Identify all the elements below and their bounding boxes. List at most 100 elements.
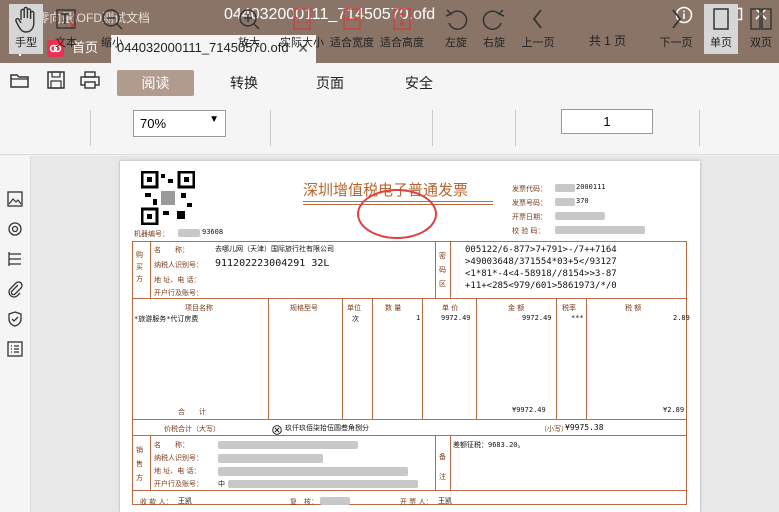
col-tax-header: 税 额 bbox=[625, 304, 642, 312]
redacted-field bbox=[218, 467, 408, 476]
table-line bbox=[132, 298, 687, 299]
invoice-number-value: 370 bbox=[576, 197, 589, 205]
zoom-in-icon bbox=[239, 9, 260, 30]
drawer-value: 王凯 bbox=[438, 497, 452, 505]
list-icon[interactable] bbox=[6, 340, 26, 360]
seller-side-label: 销售方 bbox=[136, 446, 143, 482]
table-line bbox=[372, 298, 373, 419]
item-name: *旅游服务*代订房费 bbox=[134, 315, 199, 323]
page-total-label: 共 1 页 bbox=[588, 34, 627, 48]
total-label: 合 计 bbox=[178, 408, 206, 416]
rotate-left-button[interactable]: 左旋 bbox=[440, 4, 472, 54]
zoom-in-button[interactable]: 放大 bbox=[233, 4, 265, 54]
table-line bbox=[268, 298, 269, 419]
page-total: 共 1 页 bbox=[585, 33, 630, 53]
table-line bbox=[132, 490, 687, 491]
toolbar-divider bbox=[432, 110, 433, 146]
payee-label: 收 款 人： bbox=[140, 498, 173, 506]
redacted-field bbox=[555, 226, 645, 234]
qr-code-icon bbox=[141, 171, 195, 225]
machine-no-value: 93608 bbox=[202, 228, 224, 236]
double-page-button[interactable]: 双页 bbox=[744, 4, 778, 54]
invoice-number-label: 发票号码： bbox=[512, 199, 547, 207]
redacted-field bbox=[320, 497, 350, 505]
single-page-button[interactable]: 单页 bbox=[704, 4, 738, 54]
redacted-field bbox=[555, 198, 575, 206]
price-tax-words: 玖仟玖佰柒拾伍圆叁角捌分 bbox=[285, 424, 369, 432]
seller-bank-value: 中 bbox=[218, 480, 225, 488]
rotate-right-icon bbox=[482, 9, 505, 30]
total-tax: ¥2.89 bbox=[663, 406, 685, 414]
prev-page-button[interactable]: 上一页 bbox=[520, 4, 556, 54]
invoice-seal bbox=[357, 189, 437, 239]
issue-date-label: 开票日期： bbox=[512, 213, 547, 221]
menu-page[interactable]: 页面 bbox=[300, 70, 360, 96]
table-line bbox=[342, 298, 343, 419]
text-tool-label: 文本 bbox=[55, 37, 77, 49]
zoom-out-label: 缩小 bbox=[101, 37, 123, 49]
prev-page-label: 上一页 bbox=[521, 37, 555, 49]
buyer-side-label: 购买方 bbox=[136, 251, 143, 283]
fit-height-button[interactable]: 适合高度 bbox=[380, 4, 424, 54]
layers-icon[interactable] bbox=[6, 220, 26, 240]
text-tool-button[interactable]: 文本 bbox=[50, 4, 82, 54]
invoice-code-label: 发票代码： bbox=[512, 185, 547, 193]
buyer-name-value: 去哪儿网（天津）国际旅行社有限公司 bbox=[215, 245, 334, 253]
redacted-field bbox=[228, 480, 418, 488]
rotate-right-button[interactable]: 右旋 bbox=[478, 4, 510, 54]
col-amount-header: 金 额 bbox=[508, 304, 525, 312]
hand-tool-label: 手型 bbox=[15, 37, 37, 49]
outline-icon[interactable] bbox=[6, 250, 26, 270]
print-icon[interactable] bbox=[79, 69, 103, 93]
left-sidebar bbox=[0, 156, 31, 512]
price-tax-small-label: （小写） bbox=[540, 425, 568, 433]
col-spec-header: 规格型号 bbox=[290, 304, 318, 312]
next-page-button[interactable]: 下一页 bbox=[658, 4, 694, 54]
zoom-value: 70% bbox=[140, 116, 167, 131]
hand-icon bbox=[15, 6, 35, 33]
fit-height-icon bbox=[393, 8, 411, 30]
table-line bbox=[132, 419, 687, 420]
menu-read[interactable]: 阅读 bbox=[117, 70, 194, 96]
thumbnail-icon[interactable] bbox=[6, 190, 26, 210]
table-line bbox=[586, 298, 587, 419]
seller-bank-label: 开户行及账号： bbox=[154, 480, 203, 488]
chevron-left-icon bbox=[532, 9, 542, 29]
redacted-field bbox=[555, 184, 575, 192]
machine-no-label: 机器编号： bbox=[134, 230, 169, 238]
document-canvas[interactable]: 深圳增值税电子普通发票 发票代码： 2000111 发票号码： 370 开票日期… bbox=[31, 156, 779, 512]
redacted-field bbox=[178, 229, 200, 237]
col-price-header: 单 价 bbox=[442, 304, 459, 312]
double-page-label: 双页 bbox=[750, 37, 772, 49]
reviewer-label: 复 核： bbox=[290, 498, 318, 506]
cipher-line: <1*81*-4<4-58918//8154>>3-87 bbox=[465, 269, 617, 279]
toolbar-divider bbox=[90, 110, 91, 146]
hand-tool-button[interactable]: 手型 bbox=[9, 4, 43, 54]
table-line bbox=[435, 435, 436, 490]
save-icon[interactable] bbox=[45, 69, 69, 93]
cipher-line: 005122/6-877>7+791>-/7++7164 bbox=[465, 245, 617, 255]
rotate-left-icon bbox=[445, 9, 468, 30]
toolbar-divider bbox=[699, 110, 700, 146]
rotate-right-label: 右旋 bbox=[483, 37, 505, 49]
signature-icon[interactable] bbox=[6, 310, 26, 330]
open-folder-icon[interactable] bbox=[9, 69, 33, 93]
zoom-select[interactable]: 70% ▼ bbox=[133, 110, 226, 137]
menu-security[interactable]: 安全 bbox=[389, 70, 449, 96]
seller-taxid-label: 纳税人识别号： bbox=[154, 454, 203, 462]
page-number-input[interactable]: 1 bbox=[561, 109, 653, 134]
fit-width-button[interactable]: 适合宽度 bbox=[330, 4, 374, 54]
col-unit-header: 单位 bbox=[347, 304, 361, 312]
menu-convert[interactable]: 转换 bbox=[214, 70, 274, 96]
buyer-address-label: 地 址、电 话： bbox=[154, 276, 201, 284]
actual-size-button[interactable]: 1:1 实际大小 bbox=[280, 4, 324, 54]
table-line bbox=[132, 435, 687, 436]
zoom-out-button[interactable]: 缩小 bbox=[96, 4, 128, 54]
price-tax-label: 价税合计（大写） bbox=[164, 425, 220, 433]
invoice-page: 深圳增值税电子普通发票 发票代码： 2000111 发票号码： 370 开票日期… bbox=[120, 161, 700, 512]
attachment-icon[interactable] bbox=[6, 280, 26, 300]
invoice-code-value: 2000111 bbox=[576, 183, 606, 191]
item-tax: 2.89 bbox=[673, 314, 690, 322]
payee-value: 王凯 bbox=[178, 497, 192, 505]
table-line bbox=[435, 241, 436, 298]
